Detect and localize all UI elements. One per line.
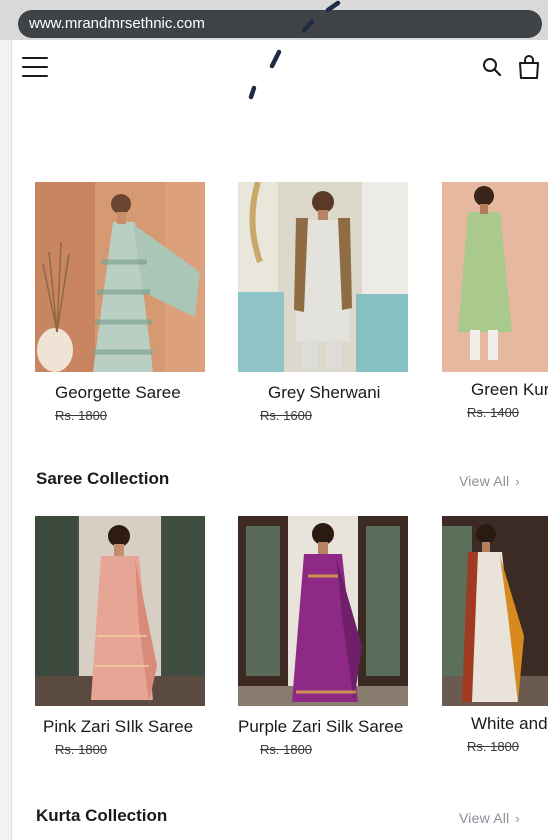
view-all-label: View All	[459, 473, 510, 489]
product-price: Rs. 1400	[467, 405, 520, 420]
product-image-white-and-saree[interactable]	[442, 516, 548, 706]
kurta-view-all-link[interactable]: View All ›	[459, 810, 520, 826]
product-image-purple-zari-silk-saree[interactable]	[238, 516, 408, 706]
hamburger-menu-icon[interactable]	[22, 55, 48, 79]
product-price: Rs. 1800	[467, 739, 520, 754]
product-image-grey-sherwani[interactable]	[238, 182, 408, 372]
product-price: Rs. 1800	[260, 742, 313, 757]
section-title-saree-collection: Saree Collection	[36, 469, 170, 488]
page-edge	[0, 40, 12, 840]
product-name[interactable]: Purple Zari Silk Saree	[238, 717, 403, 737]
section-title-kurta-collection: Kurta Collection	[36, 806, 168, 825]
product-name[interactable]: Georgette Saree	[55, 383, 181, 403]
content-area: Georgette Saree Rs. 1800 Grey Sherwani R…	[0, 0, 548, 840]
product-image-pink-zari-silk-saree[interactable]	[35, 516, 205, 706]
product-price: Rs. 1800	[55, 408, 108, 423]
search-icon[interactable]	[482, 57, 502, 79]
product-name[interactable]: Grey Sherwani	[268, 383, 380, 403]
address-bar-url: www.mrandmrsethnic.com	[29, 15, 205, 32]
shopping-bag-icon[interactable]	[517, 54, 541, 80]
chevron-right-icon: ›	[515, 811, 520, 826]
saree-view-all-link[interactable]: View All ›	[459, 473, 520, 489]
chevron-right-icon: ›	[515, 474, 520, 489]
product-name[interactable]: Green Kur	[471, 380, 548, 400]
product-price: Rs. 1800	[55, 742, 108, 757]
product-image-georgette-saree[interactable]	[35, 182, 205, 372]
site-header	[12, 40, 548, 100]
view-all-label: View All	[459, 810, 510, 826]
product-image-green-kurta[interactable]	[442, 182, 548, 372]
product-name[interactable]: White and	[471, 714, 548, 734]
product-name[interactable]: Pink Zari SIlk Saree	[43, 717, 193, 737]
product-price: Rs. 1600	[260, 408, 313, 423]
